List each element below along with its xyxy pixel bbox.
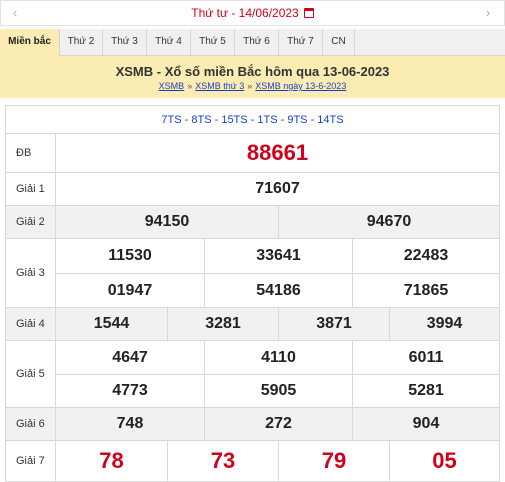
row-giai-1: Giải 1 71607 — [6, 173, 499, 206]
prize-label: Giải 7 — [6, 441, 56, 481]
prize-number: 22483 — [352, 239, 499, 273]
prize-label: Giải 6 — [6, 408, 56, 440]
results-header: XSMB - Xổ số miền Bắc hôm qua 13-06-2023… — [0, 56, 505, 98]
prize-number: 748 — [116, 415, 144, 432]
prize-label: Giải 4 — [6, 308, 56, 340]
tab-mien-bac[interactable]: Miền bắc — [0, 29, 60, 56]
breadcrumb-xsmb[interactable]: XSMB — [159, 81, 185, 91]
prize-number: 79 — [278, 441, 389, 481]
prize-number: 4647 — [112, 348, 148, 366]
tab-thu-3[interactable]: Thứ 3 — [103, 29, 147, 56]
prize-number: 4773 — [56, 374, 204, 407]
breadcrumb-separator: » — [187, 81, 193, 91]
prize-number: 71607 — [255, 180, 300, 197]
prize-number: 54186 — [204, 273, 352, 307]
breadcrumb-separator: » — [247, 81, 253, 91]
prize-number: 3281 — [167, 308, 278, 340]
tab-thu-6[interactable]: Thứ 6 — [235, 29, 279, 56]
calendar-icon[interactable] — [303, 8, 314, 18]
prize-number: 1544 — [93, 315, 130, 332]
region-day-tabs: Miền bắc Thứ 2 Thứ 3 Thứ 4 Thứ 5 Thứ 6 T… — [0, 29, 505, 56]
tab-thu-7[interactable]: Thứ 7 — [279, 29, 323, 56]
ticket-codes: 7TS - 8TS - 15TS - 1TS - 9TS - 14TS — [6, 106, 499, 134]
date-navigation-bar: ‹ Thứ tư - 14/06/2023 › — [0, 0, 505, 26]
row-giai-6: Giải 6 748 272 904 — [6, 408, 499, 441]
prize-label: Giải 2 — [6, 206, 56, 238]
tab-thu-4[interactable]: Thứ 4 — [147, 29, 191, 56]
prize-number: 33641 — [204, 239, 352, 273]
prize-number: 01947 — [56, 273, 204, 307]
prize-number: 94670 — [278, 206, 499, 238]
date-picker[interactable]: Thứ tư - 14/06/2023 — [1, 6, 504, 20]
results-table: 7TS - 8TS - 15TS - 1TS - 9TS - 14TS ĐB 8… — [5, 105, 500, 482]
prize-label: Giải 3 — [6, 239, 56, 307]
prize-number: 11530 — [108, 247, 152, 264]
prize-number: 73 — [167, 441, 278, 481]
breadcrumb-xsmb-thu-3[interactable]: XSMB thứ 3 — [195, 81, 244, 91]
row-giai-5: Giải 5 4647 4110 6011 4773 5905 5281 — [6, 341, 499, 408]
prize-number: 05 — [389, 441, 499, 481]
prize-number: 78 — [99, 448, 124, 473]
prize-number: 3871 — [278, 308, 389, 340]
breadcrumb-xsmb-date[interactable]: XSMB ngày 13-6-2023 — [255, 81, 346, 91]
prize-number: 5281 — [352, 374, 499, 407]
tab-cn[interactable]: CN — [323, 29, 355, 56]
tab-thu-2[interactable]: Thứ 2 — [60, 29, 103, 56]
row-giai-7: Giải 7 78 73 79 05 — [6, 441, 499, 481]
prize-number: 904 — [352, 408, 499, 440]
prize-label: Giải 1 — [6, 173, 56, 205]
prize-number: 94150 — [144, 213, 190, 230]
prize-number: 71865 — [352, 273, 499, 307]
special-prize-number: 88661 — [246, 140, 309, 165]
row-giai-4: Giải 4 1544 3281 3871 3994 — [6, 308, 499, 341]
row-dac-biet: ĐB 88661 — [6, 134, 499, 173]
chevron-right-icon[interactable]: › — [480, 5, 496, 20]
prize-label: Giải 5 — [6, 341, 56, 407]
row-giai-2: Giải 2 94150 94670 — [6, 206, 499, 239]
date-label: Thứ tư - 14/06/2023 — [191, 6, 299, 20]
prize-number: 6011 — [352, 341, 499, 374]
page-title: XSMB - Xổ số miền Bắc hôm qua 13-06-2023 — [115, 64, 390, 79]
row-giai-3: Giải 3 11530 33641 22483 01947 54186 718… — [6, 239, 499, 308]
prize-number: 5905 — [204, 374, 352, 407]
prize-number: 272 — [204, 408, 352, 440]
prize-label: ĐB — [6, 134, 56, 172]
prize-number: 4110 — [204, 341, 352, 374]
breadcrumb: XSMB» XSMB thứ 3» XSMB ngày 13-6-2023 — [0, 81, 505, 91]
tab-thu-5[interactable]: Thứ 5 — [191, 29, 235, 56]
prize-number: 3994 — [389, 308, 499, 340]
